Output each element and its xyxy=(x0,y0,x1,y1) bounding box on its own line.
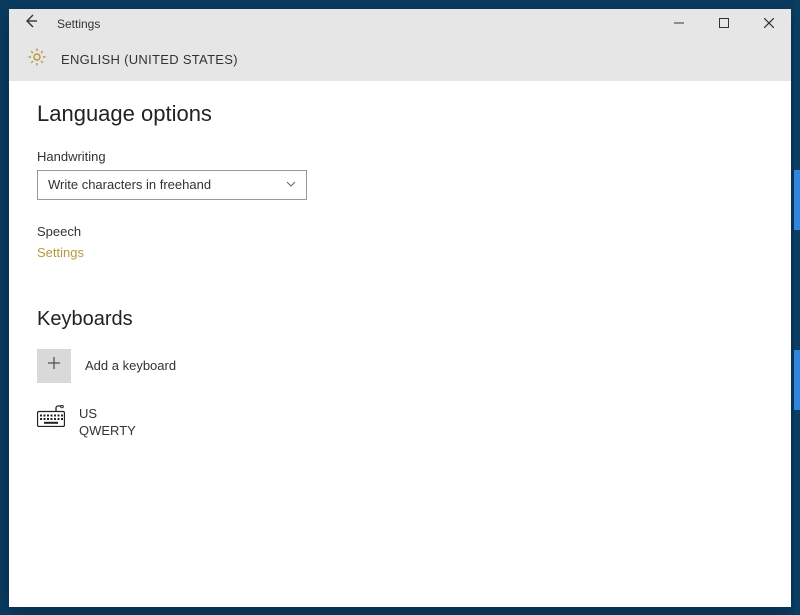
plus-tile xyxy=(37,349,71,383)
keyboard-icon xyxy=(37,405,65,432)
dropdown-selected-value: Write characters in freehand xyxy=(48,177,211,192)
maximize-button[interactable] xyxy=(701,9,746,39)
add-keyboard-label: Add a keyboard xyxy=(85,358,176,373)
minimize-icon xyxy=(674,15,684,33)
speech-label: Speech xyxy=(37,224,763,239)
content-area: Language options Handwriting Write chara… xyxy=(9,81,791,607)
keyboard-name: US xyxy=(79,405,136,423)
close-icon xyxy=(764,15,774,33)
plus-icon xyxy=(47,356,61,375)
chevron-down-icon xyxy=(286,177,296,192)
minimize-button[interactable] xyxy=(656,9,701,39)
page-subtitle: ENGLISH (UNITED STATES) xyxy=(61,52,238,67)
keyboards-heading: Keyboards xyxy=(37,308,763,331)
window-title: Settings xyxy=(57,17,100,31)
settings-window: Settings ENGLISH (UNITED STATES) xyxy=(9,9,791,607)
page-header: ENGLISH (UNITED STATES) xyxy=(9,39,791,81)
speech-settings-link[interactable]: Settings xyxy=(37,245,763,260)
keyboard-layout: QWERTY xyxy=(79,422,136,440)
handwriting-dropdown[interactable]: Write characters in freehand xyxy=(37,170,307,200)
back-button[interactable] xyxy=(17,10,45,38)
handwriting-label: Handwriting xyxy=(37,149,763,164)
gear-icon xyxy=(27,47,47,72)
add-keyboard-button[interactable]: Add a keyboard xyxy=(37,349,763,383)
arrow-left-icon xyxy=(23,13,39,34)
keyboard-item-text: US QWERTY xyxy=(79,405,136,440)
keyboard-item[interactable]: US QWERTY xyxy=(37,405,763,440)
titlebar: Settings xyxy=(9,9,791,39)
close-button[interactable] xyxy=(746,9,791,39)
language-options-heading: Language options xyxy=(37,101,763,127)
maximize-icon xyxy=(719,15,729,33)
window-controls xyxy=(656,9,791,39)
desktop-edge xyxy=(794,0,800,615)
